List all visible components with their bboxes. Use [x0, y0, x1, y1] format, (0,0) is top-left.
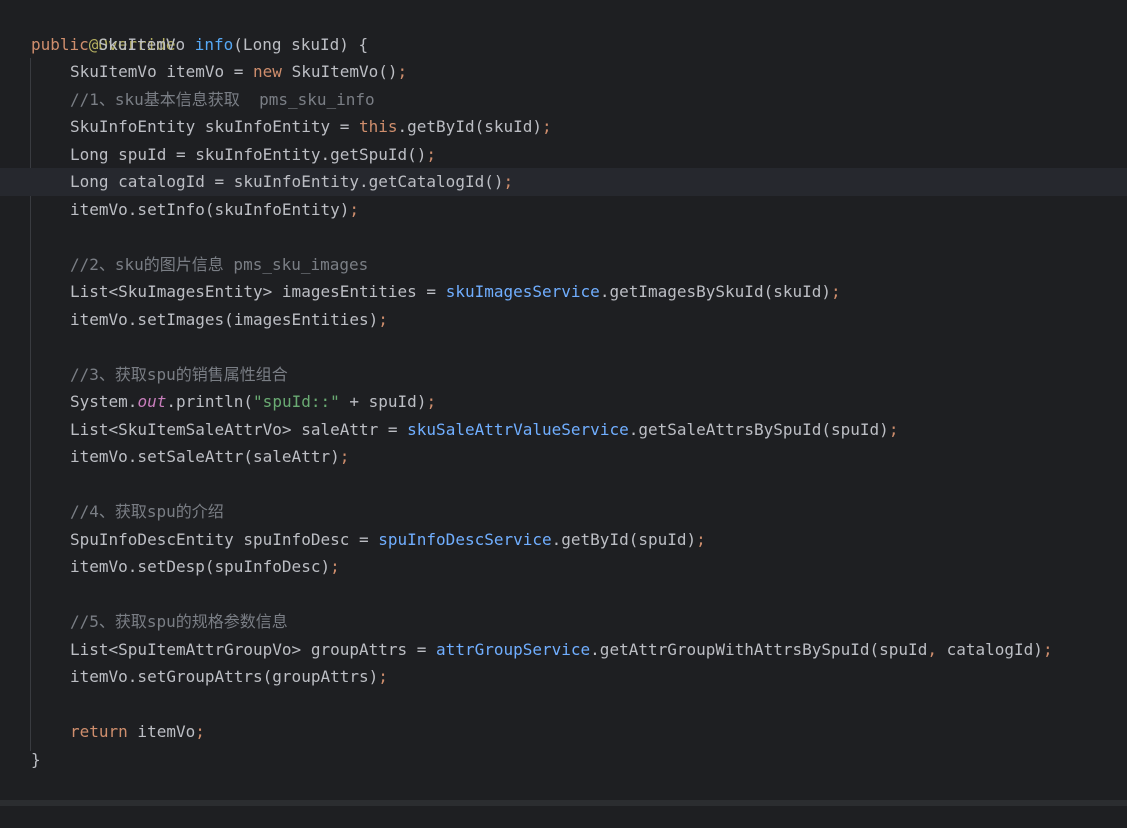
- service-field: skuSaleAttrValueService: [407, 419, 629, 439]
- code-line[interactable]: System.out.println("spuId::" + spuId);: [0, 388, 1127, 416]
- code-line[interactable]: public SkuItemVo info(Long skuId) {: [0, 31, 1127, 59]
- code-text: SpuInfoDescEntity spuInfoDesc =: [70, 529, 379, 549]
- semicolon: ;: [696, 529, 706, 549]
- code-line[interactable]: itemVo.setImages(imagesEntities);: [0, 306, 1127, 334]
- code-text: .getAttrGroupWithAttrsBySpuId(spuId: [590, 639, 928, 659]
- code-text: itemVo: [127, 722, 196, 741]
- code-line[interactable]: }: [0, 746, 1127, 774]
- code-text: itemVo.setSaleAttr(saleAttr): [70, 447, 340, 466]
- string-literal: "spuId::": [253, 392, 340, 411]
- code-line[interactable]: return itemVo;: [0, 718, 1127, 746]
- semicolon: ;: [426, 392, 437, 411]
- code-text: Long catalogId = skuInfoEntity.getCatalo…: [70, 172, 504, 191]
- method-name: info: [194, 34, 234, 54]
- code-text: SkuItemVo: [88, 34, 195, 54]
- semicolon: ;: [831, 282, 841, 301]
- semicolon: ;: [888, 419, 899, 439]
- code-line[interactable]: SkuItemVo itemVo = new SkuItemVo();: [0, 58, 1127, 86]
- semicolon: ;: [195, 722, 205, 741]
- code-line[interactable]: @Override: [0, 3, 1127, 54]
- keyword: public: [31, 34, 89, 54]
- keyword: this: [358, 117, 398, 136]
- code-text: List<SpuItemAttrGroupVo> groupAttrs =: [70, 639, 437, 659]
- code-text: SkuItemVo itemVo =: [70, 62, 254, 81]
- code-text: List<SkuImagesEntity> imagesEntities =: [70, 282, 446, 301]
- current-code-line[interactable]: Long catalogId = skuInfoEntity.getCatalo…: [0, 168, 1127, 196]
- code-line[interactable]: SkuInfoEntity skuInfoEntity = this.getBy…: [0, 113, 1127, 141]
- code-line[interactable]: //4、获取spu的介绍: [0, 498, 1127, 526]
- semicolon: ;: [542, 117, 552, 136]
- code-line[interactable]: SpuInfoDescEntity spuInfoDesc = spuInfoD…: [0, 526, 1127, 554]
- code-line[interactable]: List<SpuItemAttrGroupVo> groupAttrs = at…: [0, 636, 1127, 664]
- static-field: out: [137, 392, 167, 411]
- code-text: .println(: [166, 392, 254, 411]
- keyword: return: [70, 722, 128, 741]
- code-text: (Long skuId) {: [233, 34, 369, 54]
- semicolon: ;: [339, 447, 350, 466]
- code-line[interactable]: List<SkuItemSaleAttrVo> saleAttr = skuSa…: [0, 416, 1127, 444]
- code-editor[interactable]: @Override public SkuItemVo info(Long sku…: [0, 0, 1127, 800]
- semicolon: ;: [349, 199, 359, 219]
- code-line[interactable]: itemVo.setSaleAttr(saleAttr);: [0, 443, 1127, 471]
- editor-bottom-border: [0, 800, 1127, 806]
- semicolon: ;: [330, 557, 340, 576]
- comment: //5、获取spu的规格参数信息: [70, 612, 288, 631]
- closing-brace: }: [31, 749, 41, 769]
- code-text: System.: [70, 392, 138, 411]
- code-text: itemVo.setDesp(spuInfoDesc): [70, 557, 331, 576]
- code-text: itemVo.setInfo(skuInfoEntity): [70, 199, 350, 219]
- code-text: + spuId): [339, 392, 427, 411]
- code-line[interactable]: List<SkuImagesEntity> imagesEntities = s…: [0, 278, 1127, 306]
- code-text: .getSaleAttrsBySpuId(spuId): [628, 419, 889, 439]
- semicolon: ;: [426, 144, 437, 164]
- code-text: .getById(spuId): [551, 529, 697, 549]
- keyword: new: [253, 62, 282, 81]
- code-text: SkuInfoEntity skuInfoEntity =: [70, 117, 359, 136]
- service-field: skuImagesService: [445, 282, 600, 301]
- comment: //3、获取spu的销售属性组合: [70, 364, 288, 384]
- comment: //4、获取spu的介绍: [70, 502, 224, 521]
- service-field: attrGroupService: [436, 639, 591, 659]
- code-line[interactable]: //5、获取spu的规格参数信息: [0, 608, 1127, 636]
- code-text: .getImagesBySkuId(skuId): [599, 282, 831, 301]
- code-line[interactable]: itemVo.setInfo(skuInfoEntity);: [0, 196, 1127, 224]
- semicolon: ;: [397, 62, 408, 81]
- code-line[interactable]: //2、sku的图片信息 pms_sku_images: [0, 251, 1127, 279]
- code-line[interactable]: itemVo.setGroupAttrs(groupAttrs);: [0, 663, 1127, 691]
- code-line[interactable]: Long spuId = skuInfoEntity.getSpuId();: [0, 141, 1127, 169]
- code-text: itemVo.setImages(imagesEntities): [70, 309, 379, 329]
- code-text: Long spuId = skuInfoEntity.getSpuId(): [70, 144, 427, 164]
- semicolon: ;: [378, 309, 388, 329]
- code-line[interactable]: //3、获取spu的销售属性组合: [0, 361, 1127, 389]
- comment: //2、sku的图片信息 pms_sku_images: [70, 254, 369, 274]
- code-text: .getById(skuId): [397, 117, 543, 136]
- comment: //1、sku基本信息获取 pms_sku_info: [70, 89, 375, 109]
- semicolon: ;: [1042, 639, 1053, 659]
- code-text: catalogId): [936, 639, 1043, 659]
- code-line[interactable]: itemVo.setDesp(spuInfoDesc);: [0, 553, 1127, 581]
- service-field: spuInfoDescService: [378, 529, 552, 549]
- code-text: SkuItemVo(): [281, 62, 398, 81]
- semicolon: ;: [503, 172, 514, 191]
- code-text: List<SkuItemSaleAttrVo> saleAttr =: [70, 419, 408, 439]
- code-text: itemVo.setGroupAttrs(groupAttrs): [70, 667, 379, 686]
- semicolon: ;: [378, 667, 388, 686]
- code-line[interactable]: //1、sku基本信息获取 pms_sku_info: [0, 86, 1127, 114]
- comma: ,: [927, 639, 937, 659]
